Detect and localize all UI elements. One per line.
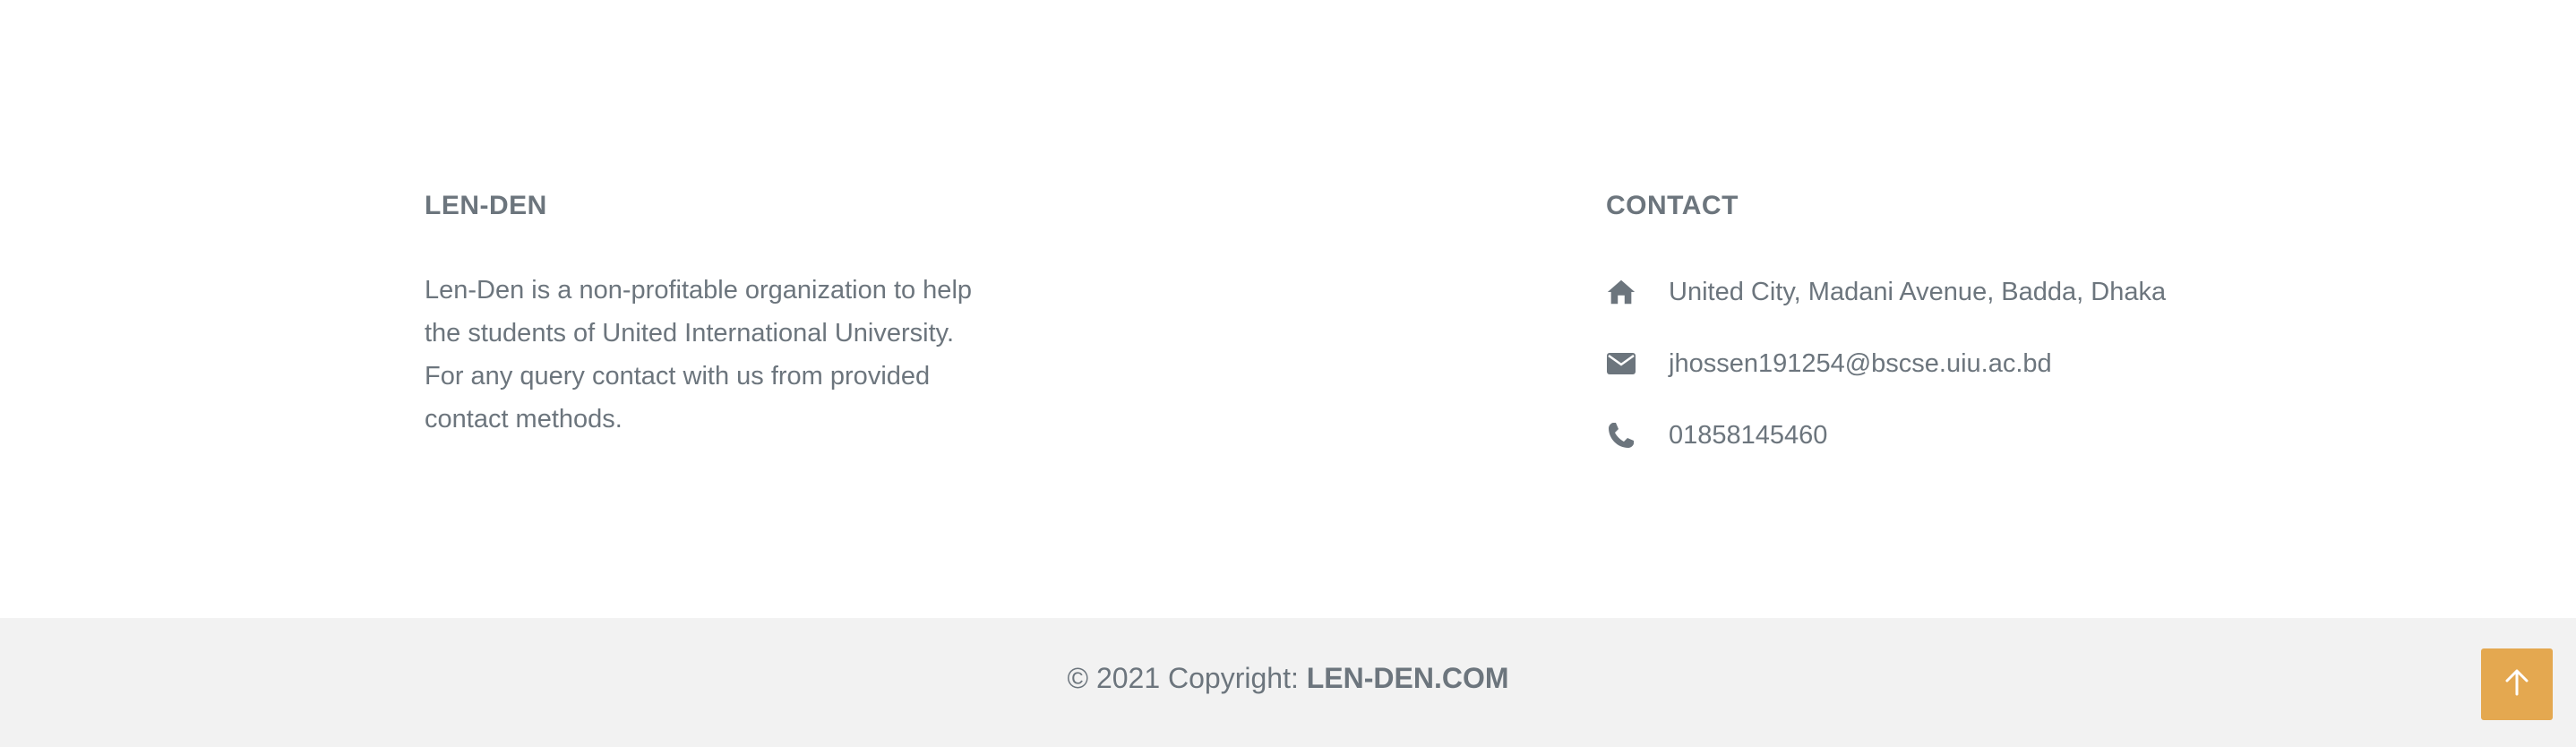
- about-section: LEN-DEN Len-Den is a non-profitable orga…: [425, 188, 998, 441]
- contact-title: CONTACT: [1606, 191, 1739, 220]
- envelope-icon: [1606, 348, 1636, 379]
- footer-main: LEN-DEN Len-Den is a non-profitable orga…: [0, 0, 2576, 618]
- email-link[interactable]: jhossen191254@bscse.uiu.ac.bd: [1669, 349, 2052, 379]
- copyright-bar: © 2021 Copyright: LEN-DEN.COM: [0, 618, 2576, 747]
- copyright-text: © 2021 Copyright: LEN-DEN.COM: [1067, 662, 1508, 695]
- about-description: Len-Den is a non-profitable organization…: [425, 276, 973, 434]
- copyright-prefix: © 2021 Copyright:: [1067, 661, 1307, 694]
- about-title: LEN-DEN: [425, 191, 547, 220]
- contact-section: CONTACT United City, Madani Avenue, Badd…: [1606, 188, 2412, 485]
- contact-list: United City, Madani Avenue, Badda, Dhaka…: [1606, 270, 2412, 457]
- home-icon: [1606, 277, 1636, 307]
- brand-link[interactable]: LEN-DEN.COM: [1307, 662, 1509, 694]
- page: LEN-DEN Len-Den is a non-profitable orga…: [0, 0, 2576, 747]
- contact-item-address: United City, Madani Avenue, Badda, Dhaka: [1606, 270, 2412, 313]
- contact-item-phone: 01858145460: [1606, 414, 2412, 457]
- back-to-top-button[interactable]: [2481, 648, 2553, 720]
- phone-link[interactable]: 01858145460: [1669, 421, 1827, 451]
- contact-item-email: jhossen191254@bscse.uiu.ac.bd: [1606, 342, 2412, 385]
- phone-icon: [1606, 420, 1636, 451]
- address-text: United City, Madani Avenue, Badda, Dhaka: [1669, 277, 2167, 306]
- arrow-up-icon: [2502, 667, 2532, 702]
